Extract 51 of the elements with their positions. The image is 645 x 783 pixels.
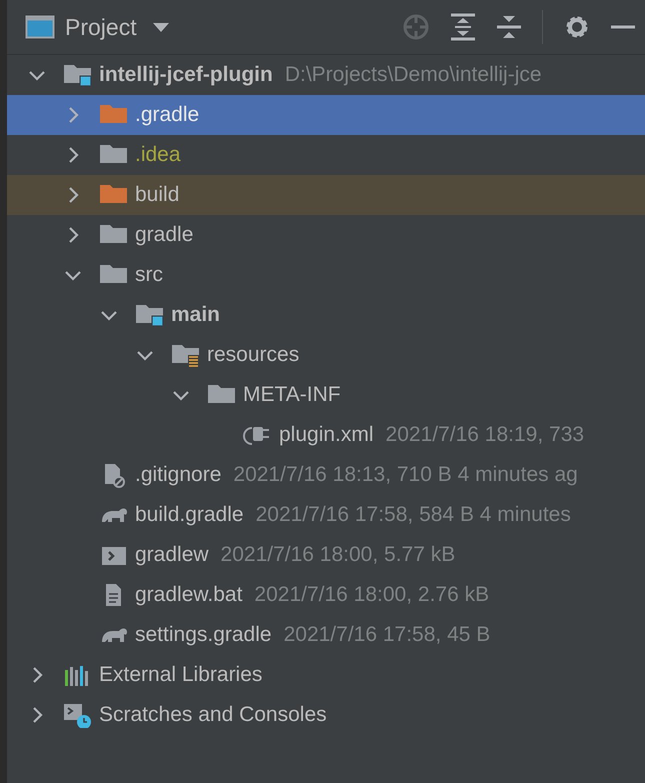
tree-row[interactable]: External Libraries (7, 655, 645, 695)
tree-row[interactable]: resources (7, 335, 645, 375)
file-name: External Libraries (99, 663, 262, 687)
file-details: 2021/7/16 17:58, 584 B 4 minutes (256, 503, 571, 527)
file-name: .gitignore (135, 463, 222, 487)
file-details: D:\Projects\Demo\intellij-jce (284, 63, 542, 87)
file-name: src (135, 263, 163, 287)
project-window-icon (25, 14, 55, 40)
tree-row[interactable]: settings.gradle 2021/7/16 17:58, 45 B (7, 615, 645, 655)
scratches-icon (63, 702, 93, 728)
file-name: main (171, 303, 220, 327)
collapse-all-icon[interactable] (496, 13, 522, 41)
dropdown-caret-icon[interactable] (150, 20, 171, 34)
file-details: 2021/7/16 17:58, 45 B (284, 623, 490, 647)
tree-row[interactable]: build.gradle 2021/7/16 17:58, 584 B 4 minutes (7, 495, 645, 535)
file-details: 2021/7/16 18:13, 710 B 4 minutes ag (233, 463, 578, 487)
minimize-icon[interactable] (611, 24, 635, 30)
module-folder-icon (135, 302, 165, 328)
file-name: resources (207, 343, 300, 367)
tree-row[interactable]: META-INF (7, 375, 645, 415)
tree-row[interactable]: gradle (7, 215, 645, 255)
tree-row[interactable]: intellij-jcef-plugin D:\Projects\Demo\intellij-jce (7, 55, 645, 95)
tree-row[interactable]: Scratches and Consoles (7, 695, 645, 735)
file-name: gradle (135, 223, 194, 247)
file-name: Scratches and Consoles (99, 703, 327, 727)
file-details: 2021/7/16 18:00, 5.77 kB (220, 543, 456, 567)
tree-row[interactable]: .idea (7, 135, 645, 175)
file-name: gradlew (135, 543, 209, 567)
tree-row[interactable]: .gitignore 2021/7/16 18:13, 710 B 4 minutes ag (7, 455, 645, 495)
tree-row[interactable]: gradlew.bat 2021/7/16 18:00, 2.76 kB (7, 575, 645, 615)
file-name: .gradle (135, 103, 200, 127)
expand-all-icon[interactable] (450, 13, 476, 41)
tree-row[interactable]: plugin.xml 2021/7/16 18:19, 733 (7, 415, 645, 455)
file-name: intellij-jcef-plugin (99, 63, 273, 87)
tree-row[interactable]: src (7, 255, 645, 295)
file-name: build (135, 183, 180, 207)
resources-folder-icon (171, 342, 201, 368)
tree-row[interactable]: .gradle (7, 95, 645, 135)
file-name: build.gradle (135, 503, 244, 527)
file-name: plugin.xml (279, 423, 374, 447)
file-name: gradlew.bat (135, 583, 242, 607)
tree-row[interactable]: main (7, 295, 645, 335)
tree-row[interactable]: gradlew 2021/7/16 18:00, 5.77 kB (7, 535, 645, 575)
file-details: 2021/7/16 18:00, 2.76 kB (254, 583, 490, 607)
file-name: .idea (135, 143, 181, 167)
module-folder-icon (63, 62, 93, 88)
file-details: 2021/7/16 18:19, 733 (386, 423, 584, 447)
panel-title: Project (65, 14, 137, 40)
tree-row[interactable]: build (7, 175, 645, 215)
file-name: settings.gradle (135, 623, 272, 647)
file-name: META-INF (243, 383, 341, 407)
